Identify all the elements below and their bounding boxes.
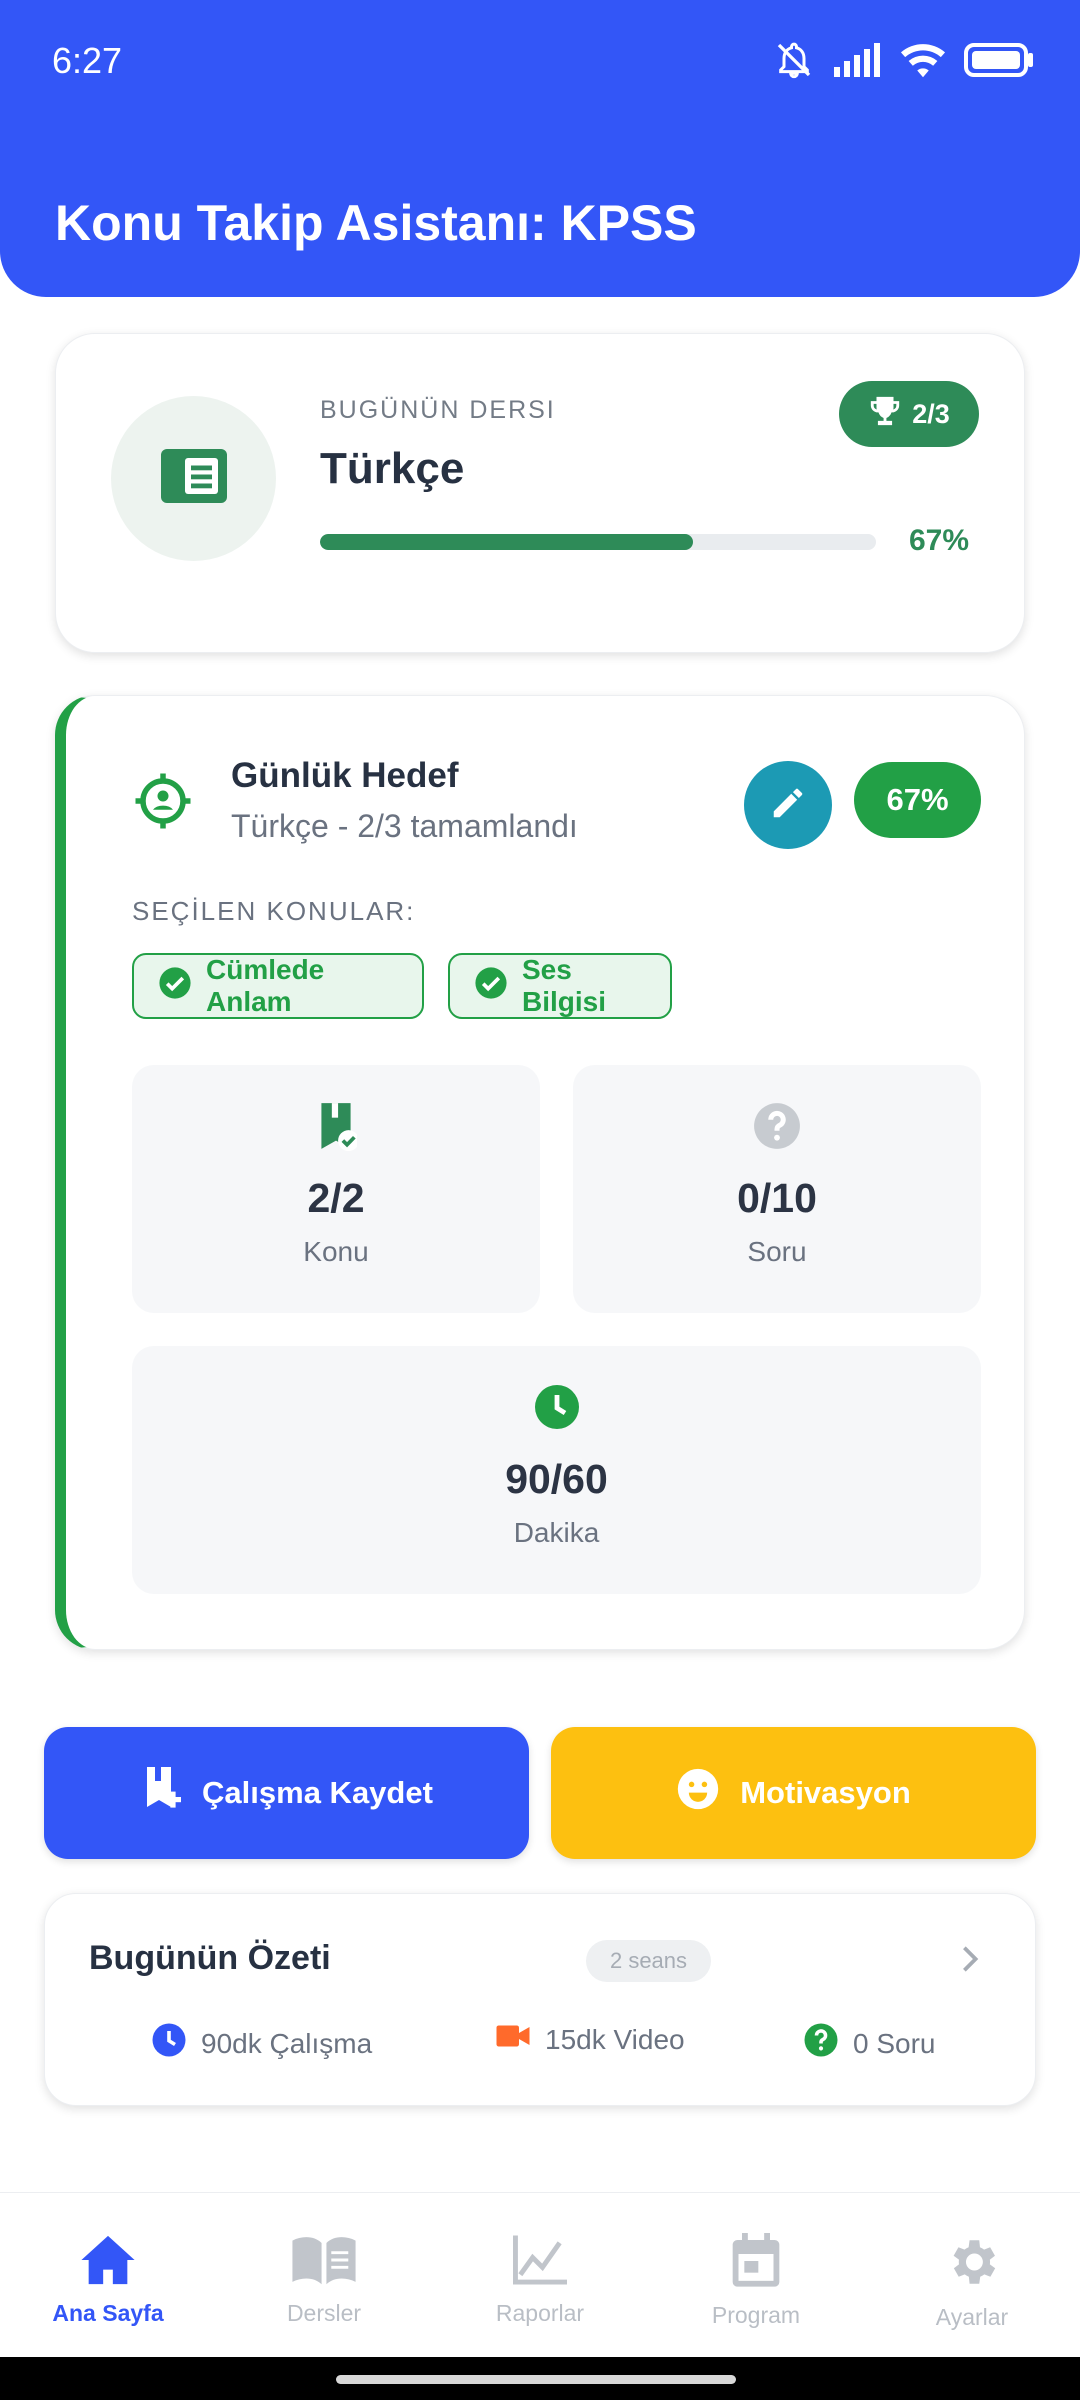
target-icon xyxy=(133,771,193,836)
goal-title: Günlük Hedef xyxy=(231,756,459,795)
stat-minutes: 90/60 Dakika xyxy=(132,1346,981,1594)
topic-chip-label: Cümlede Anlam xyxy=(206,954,325,1017)
stat-questions: 0/10 Soru xyxy=(573,1065,981,1313)
check-circle-icon xyxy=(158,966,192,1007)
line-chart-icon xyxy=(510,2233,570,2292)
save-study-button[interactable]: Çalışma Kaydet xyxy=(44,1727,529,1859)
stat-topics-label: Konu xyxy=(303,1236,369,1267)
open-book-icon xyxy=(290,2233,358,2292)
nav-lessons[interactable]: Dersler xyxy=(216,2193,432,2358)
book-icon xyxy=(158,446,230,511)
trophy-badge-text: 2/3 xyxy=(912,398,950,429)
lesson-progress-fill xyxy=(320,534,693,550)
nav-home[interactable]: Ana Sayfa xyxy=(0,2193,216,2358)
nav-program-label: Program xyxy=(711,2302,801,2328)
nav-reports[interactable]: Raporlar xyxy=(432,2193,648,2358)
summary-video-time-text: 15dk Video xyxy=(545,2023,685,2055)
goal-subtitle: Türkçe - 2/3 tamamlandı xyxy=(231,808,578,844)
sessions-badge: 2 seans xyxy=(586,1940,711,1982)
chevron-right-icon[interactable] xyxy=(960,1944,980,1979)
stat-minutes-label: Dakika xyxy=(513,1517,600,1548)
status-icons xyxy=(772,40,1034,80)
daily-goal-card: Günlük Hedef Türkçe - 2/3 tamamlandı 67%… xyxy=(55,695,1025,1650)
todays-lesson-card[interactable]: BUGÜNÜN DERSI Türkçe 2/3 67% xyxy=(55,333,1025,653)
nav-settings-label: Ayarlar xyxy=(935,2304,1009,2330)
stat-minutes-value: 90/60 xyxy=(505,1456,608,1502)
bottom-nav: Ana Sayfa Dersler Raporlar Program Ayarl… xyxy=(0,2192,1080,2357)
topic-chip[interactable]: Ses Bilgisi xyxy=(448,953,672,1019)
summary-title: Bugünün Özeti xyxy=(89,1939,331,1977)
todays-summary-card[interactable]: Bugünün Özeti 2 seans 90dk Çalışma 15dk … xyxy=(44,1893,1036,2106)
nav-program[interactable]: Program xyxy=(648,2193,864,2358)
stat-topics: 2/2 Konu xyxy=(132,1065,540,1313)
lesson-icon-circle xyxy=(111,396,276,561)
nav-lessons-label: Dersler xyxy=(286,2300,362,2326)
question-circle-icon xyxy=(803,2022,839,2065)
nav-settings[interactable]: Ayarlar xyxy=(864,2193,1080,2358)
wifi-icon xyxy=(900,42,946,78)
motivation-button[interactable]: Motivasyon xyxy=(551,1727,1036,1859)
pencil-icon xyxy=(769,784,807,827)
summary-study-time: 90dk Çalışma xyxy=(151,2022,372,2065)
summary-video-time: 15dk Video xyxy=(495,2022,685,2057)
gear-icon xyxy=(943,2233,1001,2296)
trophy-icon xyxy=(868,394,902,435)
summary-study-time-text: 90dk Çalışma xyxy=(201,2027,373,2059)
save-study-label: Çalışma Kaydet xyxy=(202,1775,433,1810)
silent-mode-icon xyxy=(772,40,816,80)
smile-icon xyxy=(676,1767,720,1819)
stat-questions-label: Soru xyxy=(747,1236,807,1267)
topics-label: SEÇİLEN KONULAR: xyxy=(132,896,416,926)
lesson-progress-text: 67% xyxy=(908,524,969,557)
signal-icon xyxy=(834,43,882,77)
lesson-name: Türkçe xyxy=(320,444,465,493)
trophy-badge: 2/3 xyxy=(839,381,979,447)
bookmark-add-icon xyxy=(140,1765,182,1821)
summary-questions-text: 0 Soru xyxy=(853,2027,936,2059)
home-icon xyxy=(79,2233,137,2292)
home-gesture-pill[interactable] xyxy=(336,2375,736,2384)
app-header: 6:27 Konu Takip Asistanı: KPSS xyxy=(0,0,1080,297)
bookmark-check-icon xyxy=(315,1099,357,1153)
calendar-icon xyxy=(730,2233,782,2294)
video-camera-icon xyxy=(495,2022,531,2057)
motivation-label: Motivasyon xyxy=(740,1775,911,1810)
clock-icon xyxy=(151,2022,187,2065)
battery-icon xyxy=(964,43,1034,77)
question-circle-icon xyxy=(752,1099,802,1153)
lesson-label: BUGÜNÜN DERSI xyxy=(320,396,556,424)
edit-goal-button[interactable] xyxy=(744,761,832,849)
summary-questions: 0 Soru xyxy=(803,2022,936,2065)
status-time: 6:27 xyxy=(52,40,123,81)
nav-reports-label: Raporlar xyxy=(495,2300,585,2326)
nav-home-label: Ana Sayfa xyxy=(52,2300,164,2326)
goal-percent-badge: 67% xyxy=(854,762,981,838)
clock-icon xyxy=(533,1380,581,1434)
stat-topics-value: 2/2 xyxy=(307,1175,365,1221)
page-title: Konu Takip Asistanı: KPSS xyxy=(55,195,697,251)
topic-chip-label: Ses Bilgisi xyxy=(522,954,607,1017)
stat-questions-value: 0/10 xyxy=(737,1175,817,1221)
system-gesture-bar xyxy=(0,2357,1080,2400)
lesson-progress-bar xyxy=(320,534,876,550)
check-circle-icon xyxy=(474,966,508,1007)
topic-chip[interactable]: Cümlede Anlam xyxy=(132,953,424,1019)
